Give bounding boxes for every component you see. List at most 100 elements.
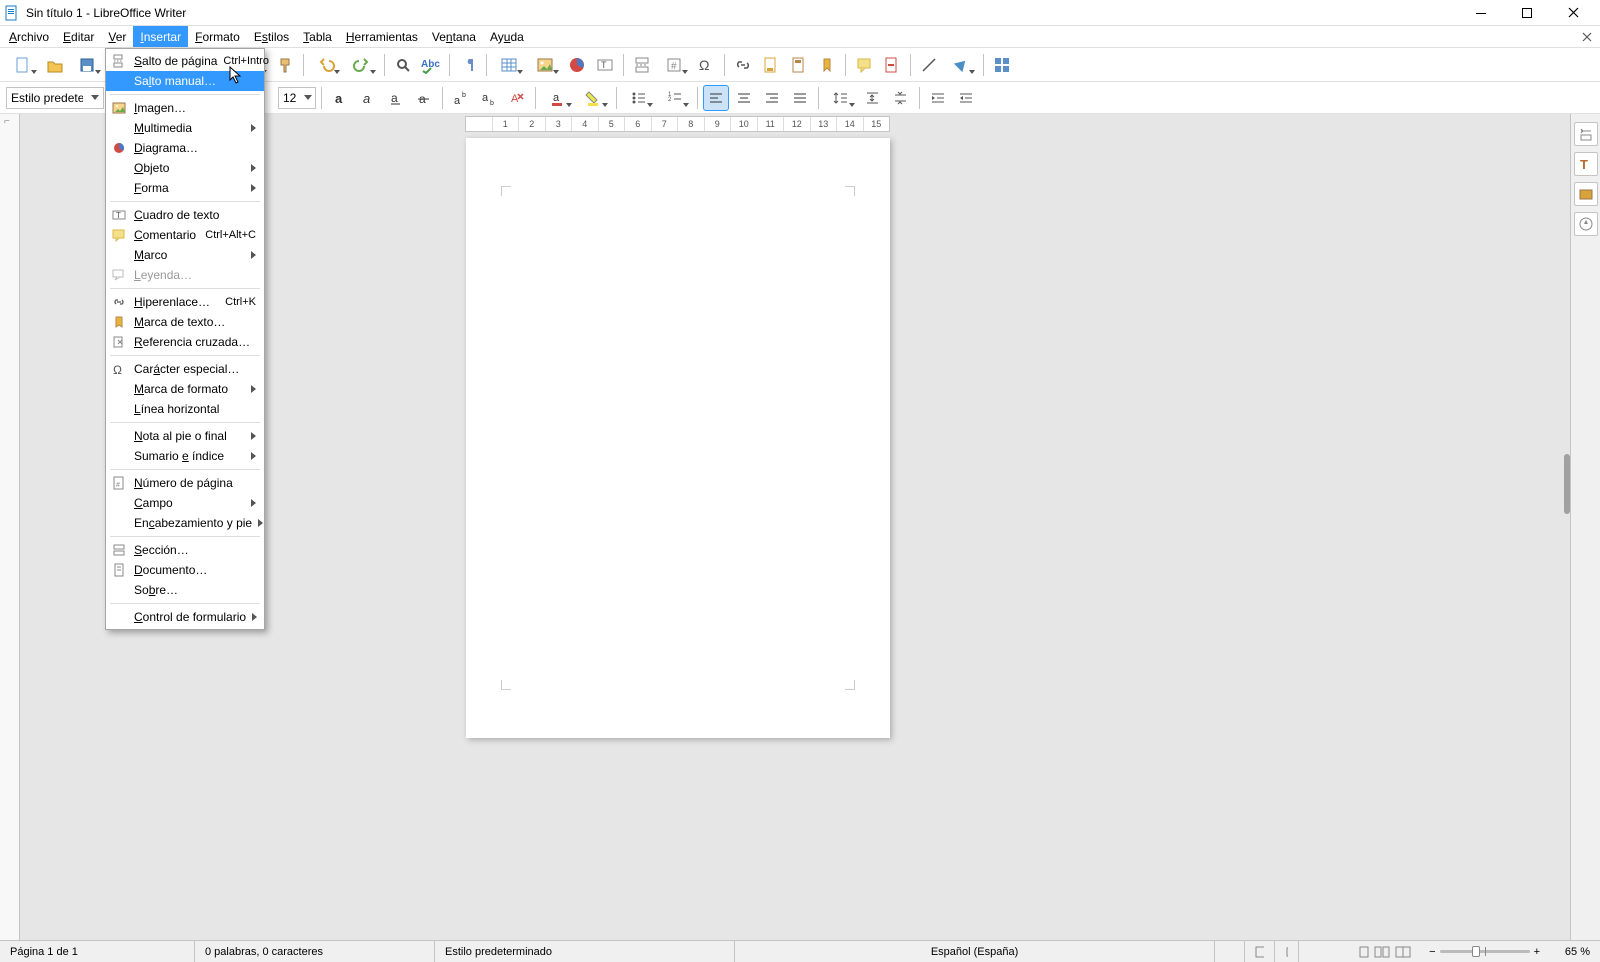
font-color-button[interactable]: a <box>541 85 575 111</box>
strikethrough-button[interactable]: a <box>411 85 437 111</box>
menu-item-campo[interactable]: Campo <box>106 493 264 513</box>
undo-button[interactable] <box>309 52 343 78</box>
field-button[interactable]: # <box>657 52 691 78</box>
menu-item-número-de-página[interactable]: #Número de página <box>106 473 264 493</box>
menu-item-forma[interactable]: Forma <box>106 178 264 198</box>
close-button[interactable] <box>1550 0 1596 26</box>
align-left-button[interactable] <box>703 85 729 111</box>
zoom-value[interactable]: 65 % <box>1550 941 1600 962</box>
status-pagestyle[interactable]: Estilo predeterminado <box>435 941 735 962</box>
bullet-list-button[interactable] <box>622 85 656 111</box>
align-justify-button[interactable] <box>787 85 813 111</box>
spellcheck-button[interactable]: Abc <box>418 52 444 78</box>
document-page[interactable] <box>466 138 890 738</box>
menu-item-sección[interactable]: Sección… <box>106 540 264 560</box>
page-break-button[interactable] <box>629 52 655 78</box>
save-button[interactable] <box>70 52 104 78</box>
comment-button[interactable] <box>851 52 877 78</box>
find-replace-button[interactable] <box>390 52 416 78</box>
status-page[interactable]: Página 1 de 1 <box>0 941 195 962</box>
menu-item-documento[interactable]: Documento… <box>106 560 264 580</box>
minimize-button[interactable] <box>1458 0 1504 26</box>
maximize-button[interactable] <box>1504 0 1550 26</box>
clone-format-button[interactable] <box>272 52 298 78</box>
image-button[interactable] <box>528 52 562 78</box>
menu-item-objeto[interactable]: Objeto <box>106 158 264 178</box>
menu-herramientas[interactable]: Herramientas <box>339 26 425 47</box>
endnote-button[interactable] <box>786 52 812 78</box>
sidebar-properties-icon[interactable] <box>1574 122 1598 146</box>
format-marks-button[interactable] <box>455 52 481 78</box>
align-right-button[interactable] <box>759 85 785 111</box>
redo-button[interactable] <box>345 52 379 78</box>
menu-item-nota-al-pie-o-final[interactable]: Nota al pie o final <box>106 426 264 446</box>
menu-item-marca-de-texto[interactable]: Marca de texto… <box>106 312 264 332</box>
single-page-icon[interactable] <box>1357 946 1371 958</box>
hyperlink-button[interactable] <box>730 52 756 78</box>
decrease-indent-button[interactable] <box>953 85 979 111</box>
menu-item-hiperenlace[interactable]: Hiperenlace…Ctrl+K <box>106 292 264 312</box>
menu-estilos[interactable]: Estilos <box>247 26 296 47</box>
menu-item-diagrama[interactable]: Diagrama… <box>106 138 264 158</box>
menu-item-salto-manual[interactable]: Salto manual… <box>106 71 264 91</box>
menu-ver[interactable]: Ver <box>101 26 133 47</box>
zoom-out-icon[interactable]: − <box>1429 946 1435 958</box>
textbox-button[interactable]: T <box>592 52 618 78</box>
menu-item-marco[interactable]: Marco <box>106 245 264 265</box>
menu-item-carácter-especial[interactable]: ΩCarácter especial… <box>106 359 264 379</box>
sidebar-gallery-icon[interactable] <box>1574 182 1598 206</box>
menu-item-marca-de-formato[interactable]: Marca de formato <box>106 379 264 399</box>
menu-item-sobre[interactable]: Sobre… <box>106 580 264 600</box>
menu-editar[interactable]: Editar <box>56 26 101 47</box>
bold-button[interactable]: a <box>327 85 353 111</box>
vertical-ruler[interactable]: ⌐ <box>0 114 20 940</box>
menu-formato[interactable]: Formato <box>188 26 247 47</box>
zoom-in-icon[interactable]: + <box>1534 946 1540 958</box>
menu-ayuda[interactable]: Ayuda <box>483 26 531 47</box>
menu-item-imagen[interactable]: Imagen… <box>106 98 264 118</box>
menu-ventana[interactable]: Ventana <box>425 26 483 47</box>
sidebar-navigator-icon[interactable] <box>1574 212 1598 236</box>
menu-item-multimedia[interactable]: Multimedia <box>106 118 264 138</box>
clear-formatting-button[interactable]: A <box>504 85 530 111</box>
sidebar-styles-icon[interactable]: T <box>1574 152 1598 176</box>
menu-item-comentario[interactable]: ComentarioCtrl+Alt+C <box>106 225 264 245</box>
book-view-icon[interactable] <box>1395 946 1413 958</box>
menu-item-encabezamiento-y-pie[interactable]: Encabezamiento y pie <box>106 513 264 533</box>
new-button[interactable] <box>6 52 40 78</box>
basic-shapes-button[interactable] <box>944 52 978 78</box>
highlight-color-button[interactable] <box>577 85 611 111</box>
multi-page-icon[interactable] <box>1374 946 1392 958</box>
status-language[interactable]: Español (España) <box>735 941 1215 962</box>
status-insert-mode[interactable] <box>1215 941 1245 962</box>
font-size-combo[interactable]: 12 <box>278 87 316 109</box>
horizontal-ruler[interactable]: 1234567891011121314151618 <box>465 116 890 132</box>
decrease-spacing-button[interactable] <box>888 85 914 111</box>
align-center-button[interactable] <box>731 85 757 111</box>
menu-item-sumario-e-índice[interactable]: Sumario e índice <box>106 446 264 466</box>
status-viewlayout[interactable] <box>1299 941 1419 962</box>
paragraph-style-combo[interactable]: Estilo predetermina <box>6 87 104 109</box>
footnote-button[interactable] <box>758 52 784 78</box>
menu-item-cuadro-de-texto[interactable]: TCuadro de texto <box>106 205 264 225</box>
menu-insertar[interactable]: Insertar <box>133 26 188 47</box>
menu-item-línea-horizontal[interactable]: Línea horizontal <box>106 399 264 419</box>
bookmark-button[interactable] <box>814 52 840 78</box>
line-button[interactable] <box>916 52 942 78</box>
menu-item-salto-de-página[interactable]: Salto de páginaCtrl+Intro <box>106 51 264 71</box>
italic-button[interactable]: a <box>355 85 381 111</box>
subscript-button[interactable]: ab <box>476 85 502 111</box>
menu-item-control-de-formulario[interactable]: Control de formulario <box>106 607 264 627</box>
status-wordcount[interactable]: 0 palabras, 0 caracteres <box>195 941 435 962</box>
table-button[interactable] <box>492 52 526 78</box>
draw-functions-button[interactable] <box>989 52 1015 78</box>
close-document-icon[interactable] <box>1576 26 1598 47</box>
increase-spacing-button[interactable] <box>860 85 886 111</box>
chart-button[interactable] <box>564 52 590 78</box>
open-button[interactable] <box>42 52 68 78</box>
underline-button[interactable]: a <box>383 85 409 111</box>
increase-indent-button[interactable] <box>925 85 951 111</box>
line-spacing-button[interactable] <box>824 85 858 111</box>
track-changes-button[interactable] <box>879 52 905 78</box>
superscript-button[interactable]: ab <box>448 85 474 111</box>
